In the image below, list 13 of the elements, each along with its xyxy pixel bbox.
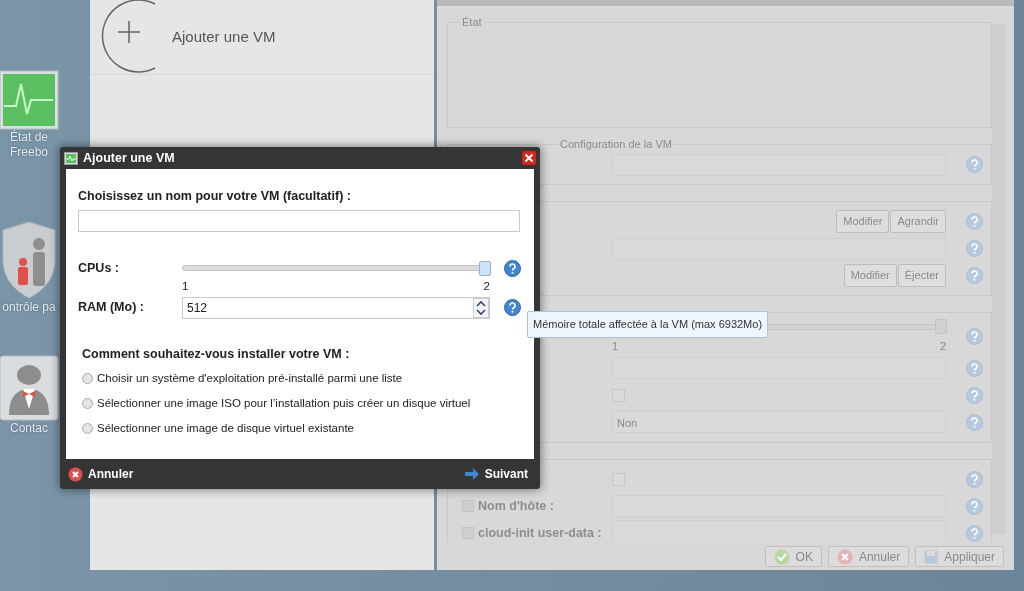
input-value: 512 bbox=[187, 299, 208, 317]
question-label: Comment souhaitez-vous installer votre VM : bbox=[81, 345, 351, 363]
field-label: CPUs : bbox=[78, 259, 120, 277]
field-label: RAM (Mo) : bbox=[78, 299, 145, 317]
field-label: Nom d'hôte : bbox=[478, 497, 554, 515]
scale-label: 1 bbox=[182, 278, 189, 294]
scale-label: 2 bbox=[483, 278, 490, 294]
dialog-title: Ajouter une VM bbox=[83, 149, 175, 167]
field-label: cloud-init user-data : bbox=[478, 524, 602, 542]
field-label: Choisissez un nom pour votre VM (facultatif) : bbox=[78, 188, 352, 205]
scale-label: 2 bbox=[939, 339, 946, 354]
scale-label: 1 bbox=[612, 339, 619, 354]
tooltip: Mémoire totale affectée à la VM (max 6932Mo) bbox=[527, 311, 769, 338]
